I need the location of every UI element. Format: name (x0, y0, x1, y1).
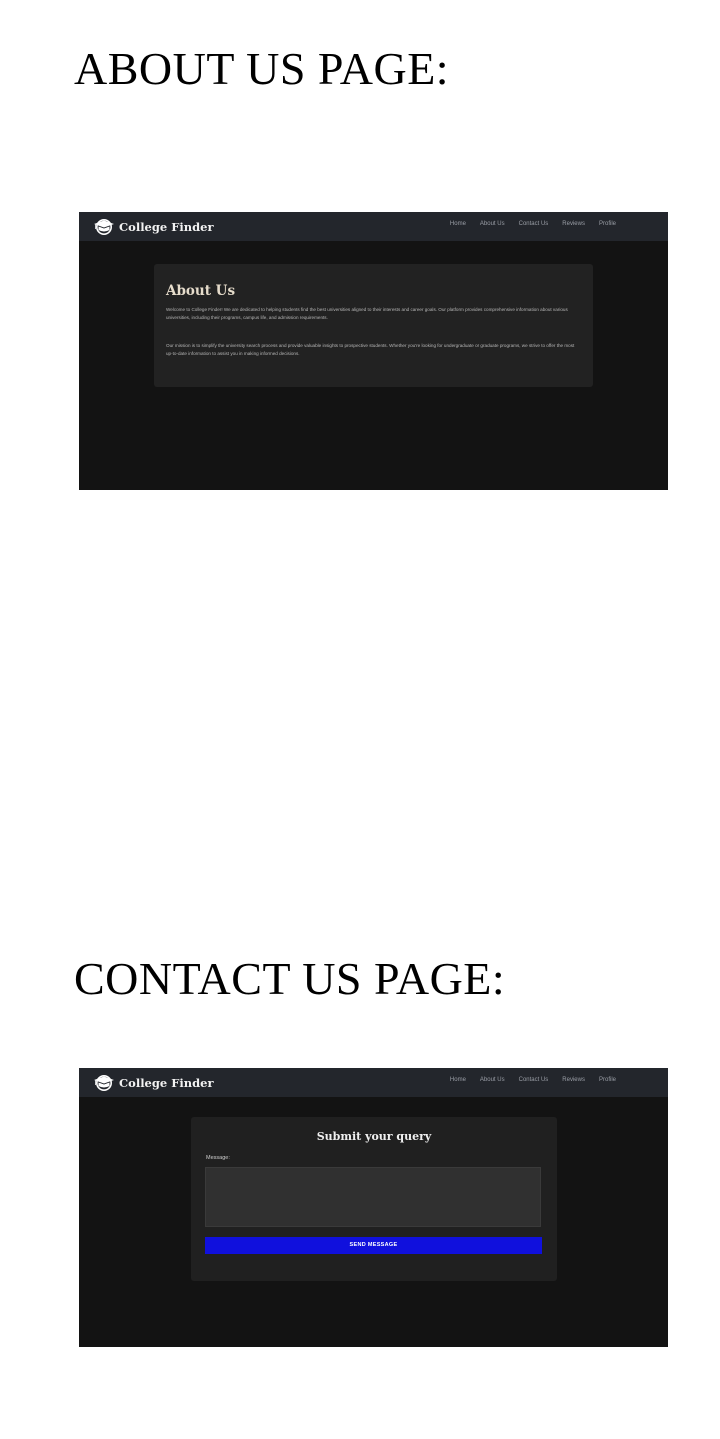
navbar: College Finder Home About Us Contact Us … (79, 1068, 668, 1097)
mission-paragraph: Our mission is to simplify the universit… (166, 343, 575, 357)
nav-contact-us[interactable]: Contact Us (519, 221, 549, 227)
nav-menu: Home About Us Contact Us Reviews Profile (436, 1077, 616, 1083)
message-textarea[interactable] (205, 1167, 541, 1227)
brand-logo[interactable]: College Finder (93, 217, 214, 236)
nav-about-us[interactable]: About Us (480, 221, 505, 227)
contact-us-screenshot: College Finder Home About Us Contact Us … (79, 1068, 668, 1347)
nav-reviews[interactable]: Reviews (562, 1077, 585, 1083)
send-message-button[interactable]: SEND MESSAGE (205, 1237, 542, 1254)
brand-name: College Finder (119, 1075, 214, 1090)
nav-profile[interactable]: Profile (599, 1077, 616, 1083)
nav-contact-us[interactable]: Contact Us (519, 1077, 549, 1083)
contact-us-section-heading: CONTACT US PAGE: (74, 953, 506, 1004)
about-paragraph: Welcome to College Finder! We are dedica… (166, 307, 568, 321)
graduation-cap-icon (94, 219, 114, 235)
graduation-cap-icon (94, 1075, 114, 1091)
nav-profile[interactable]: Profile (599, 221, 616, 227)
about-us-section-heading: ABOUT US PAGE: (74, 43, 450, 94)
about-us-screenshot: College Finder Home About Us Contact Us … (79, 212, 668, 490)
nav-about-us[interactable]: About Us (480, 1077, 505, 1083)
nav-home[interactable]: Home (450, 1077, 466, 1083)
brand-name: College Finder (119, 219, 214, 234)
message-label: Message: (206, 1155, 230, 1161)
nav-reviews[interactable]: Reviews (562, 221, 585, 227)
navbar: College Finder Home About Us Contact Us … (79, 212, 668, 241)
nav-home[interactable]: Home (450, 221, 466, 227)
about-card: About Us Welcome to College Finder! We a… (154, 264, 593, 387)
form-title: Submit your query (316, 1130, 432, 1143)
brand-logo[interactable]: College Finder (93, 1073, 214, 1092)
nav-menu: Home About Us Contact Us Reviews Profile (436, 221, 616, 227)
query-form: Submit your query Message: SEND MESSAGE (191, 1117, 557, 1281)
about-title: About Us (166, 283, 236, 299)
